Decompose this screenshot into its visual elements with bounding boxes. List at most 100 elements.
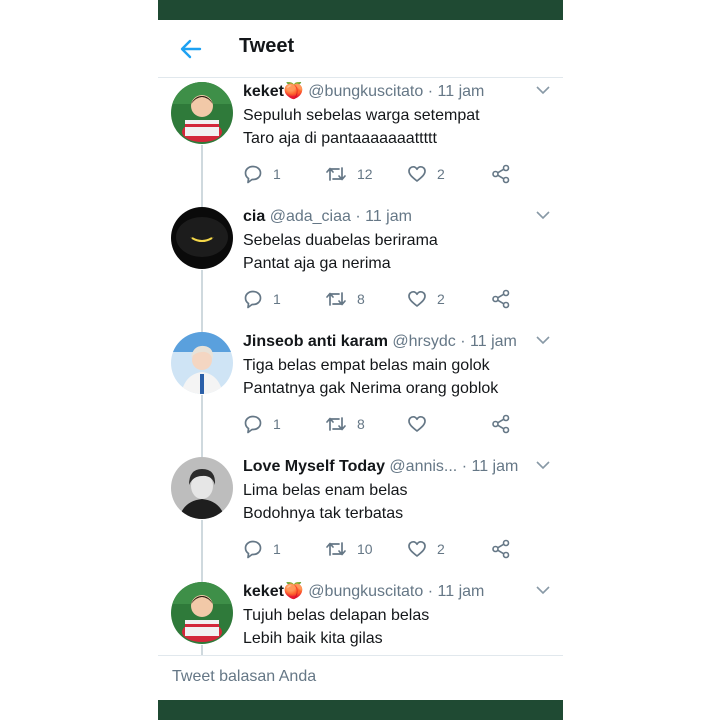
tweet-actions: 1 12 2 <box>243 163 523 185</box>
chevron-down-icon[interactable] <box>536 85 550 95</box>
reply-button[interactable]: 1 <box>243 288 281 310</box>
retweet-icon <box>326 167 346 181</box>
tweet-item[interactable]: keket🍑 @bungkuscitato · 11 jam Sepuluh s… <box>158 79 563 204</box>
username-handle[interactable]: @hrsydc <box>392 333 455 350</box>
avatar[interactable] <box>171 82 233 144</box>
like-button[interactable]: 2 <box>407 538 445 560</box>
display-name[interactable]: keket <box>243 83 284 100</box>
heart-icon <box>408 540 426 557</box>
thread-connector-line <box>201 145 203 204</box>
reply-button[interactable]: 1 <box>243 538 281 560</box>
heart-icon <box>408 165 426 182</box>
retweet-count: 12 <box>357 166 373 182</box>
timestamp[interactable]: · 11 jam <box>355 208 412 225</box>
tweet-item[interactable]: keket🍑 @bungkuscitato · 11 jam Tujuh bel… <box>158 579 563 655</box>
tweet-text: Sebelas duabelas berirama Pantat aja ga … <box>243 229 543 275</box>
display-name[interactable]: cia <box>243 208 265 225</box>
reply-count: 1 <box>273 416 281 432</box>
username-handle[interactable]: @ada_ciaa <box>270 208 351 225</box>
avatar[interactable] <box>171 457 233 519</box>
share-icon <box>492 289 510 309</box>
reply-composer-bar <box>158 655 563 700</box>
thread-connector-line <box>201 270 203 329</box>
reply-input[interactable] <box>172 668 532 686</box>
reply-icon <box>244 165 262 184</box>
reply-button[interactable]: 1 <box>243 163 281 185</box>
phone-screen: Tweet keket🍑 @bungkuscitato · 11 jam Sep… <box>158 0 563 720</box>
retweet-icon <box>326 292 346 306</box>
like-count: 2 <box>437 166 445 182</box>
retweet-icon <box>326 417 346 431</box>
reply-icon <box>244 415 262 434</box>
tweet-text-line: Lima belas enam belas <box>243 482 408 499</box>
avatar[interactable] <box>171 582 233 644</box>
retweet-count: 8 <box>357 291 365 307</box>
reply-icon <box>244 290 262 309</box>
like-button[interactable] <box>407 413 437 435</box>
share-button[interactable] <box>491 163 511 185</box>
navigation-bar <box>158 700 563 720</box>
tweet-item[interactable]: cia @ada_ciaa · 11 jam Sebelas duabelas … <box>158 204 563 329</box>
like-count: 2 <box>437 541 445 557</box>
retweet-count: 10 <box>357 541 373 557</box>
like-count: 2 <box>437 291 445 307</box>
timestamp[interactable]: · 11 jam <box>428 583 485 600</box>
reply-count: 1 <box>273 541 281 557</box>
display-name[interactable]: keket <box>243 583 284 600</box>
tweet-item[interactable]: Jinseob anti karam @hrsydc · 11 jam Tiga… <box>158 329 563 454</box>
tweet-actions: 1 8 2 <box>243 288 523 310</box>
thread-connector-line <box>201 395 203 454</box>
reply-count: 1 <box>273 166 281 182</box>
username-handle[interactable]: @annis... <box>389 458 457 475</box>
tweet-actions: 1 10 2 <box>243 538 523 560</box>
like-button[interactable]: 2 <box>407 163 445 185</box>
share-icon <box>492 164 510 184</box>
display-name[interactable]: Jinseob anti karam <box>243 333 388 350</box>
share-button[interactable] <box>491 288 511 310</box>
tweet-text-line: Bodohnya tak terbatas <box>243 505 404 522</box>
reply-count: 1 <box>273 291 281 307</box>
chevron-down-icon[interactable] <box>536 210 550 220</box>
tweet-text: Lima belas enam belas Bodohnya tak terba… <box>243 479 543 525</box>
username-handle[interactable]: @bungkuscitato <box>308 583 423 600</box>
share-button[interactable] <box>491 538 511 560</box>
tweet-text-line: Pantatnya gak Nerima orang goblok <box>243 380 499 397</box>
thread-connector-line <box>201 645 203 655</box>
back-button[interactable] <box>174 32 208 66</box>
tweet-text: Tujuh belas delapan belas Lebih baik kit… <box>243 604 543 650</box>
reply-icon <box>244 540 262 559</box>
like-button[interactable]: 2 <box>407 288 445 310</box>
tweet-text-line: Sebelas duabelas berirama <box>243 232 438 249</box>
tweet-text-line: Lebih baik kita gilas <box>243 630 383 647</box>
top-navigation-bar: Tweet <box>158 20 563 78</box>
reply-button[interactable]: 1 <box>243 413 281 435</box>
username-handle[interactable]: @bungkuscitato <box>308 83 423 100</box>
chevron-down-icon[interactable] <box>536 585 550 595</box>
retweet-button[interactable]: 8 <box>325 288 365 310</box>
arrow-left-icon <box>180 39 202 59</box>
tweet-text-line: Taro aja di pantaaaaaaattttt <box>243 130 437 147</box>
timestamp[interactable]: · 11 jam <box>460 333 517 350</box>
display-name[interactable]: Love Myself Today <box>243 458 385 475</box>
reply-thread: keket🍑 @bungkuscitato · 11 jam Sepuluh s… <box>158 79 563 655</box>
tweet-text-line: Pantat aja ga nerima <box>243 255 391 272</box>
avatar[interactable] <box>171 207 233 269</box>
retweet-count: 8 <box>357 416 365 432</box>
retweet-button[interactable]: 8 <box>325 413 365 435</box>
chevron-down-icon[interactable] <box>536 335 550 345</box>
timestamp[interactable]: · 11 jam <box>428 83 485 100</box>
share-icon <box>492 414 510 434</box>
timestamp[interactable]: · 11 jam <box>462 458 519 475</box>
heart-icon <box>408 290 426 307</box>
share-icon <box>492 539 510 559</box>
heart-icon <box>408 415 426 432</box>
page-title: Tweet <box>239 35 295 57</box>
share-button[interactable] <box>491 413 511 435</box>
tweet-item[interactable]: Love Myself Today @annis... · 11 jam Lim… <box>158 454 563 579</box>
retweet-button[interactable]: 12 <box>325 163 373 185</box>
tweet-text-line: Sepuluh sebelas warga setempat <box>243 107 480 124</box>
avatar[interactable] <box>171 332 233 394</box>
retweet-button[interactable]: 10 <box>325 538 373 560</box>
status-bar <box>158 0 563 20</box>
chevron-down-icon[interactable] <box>536 460 550 470</box>
